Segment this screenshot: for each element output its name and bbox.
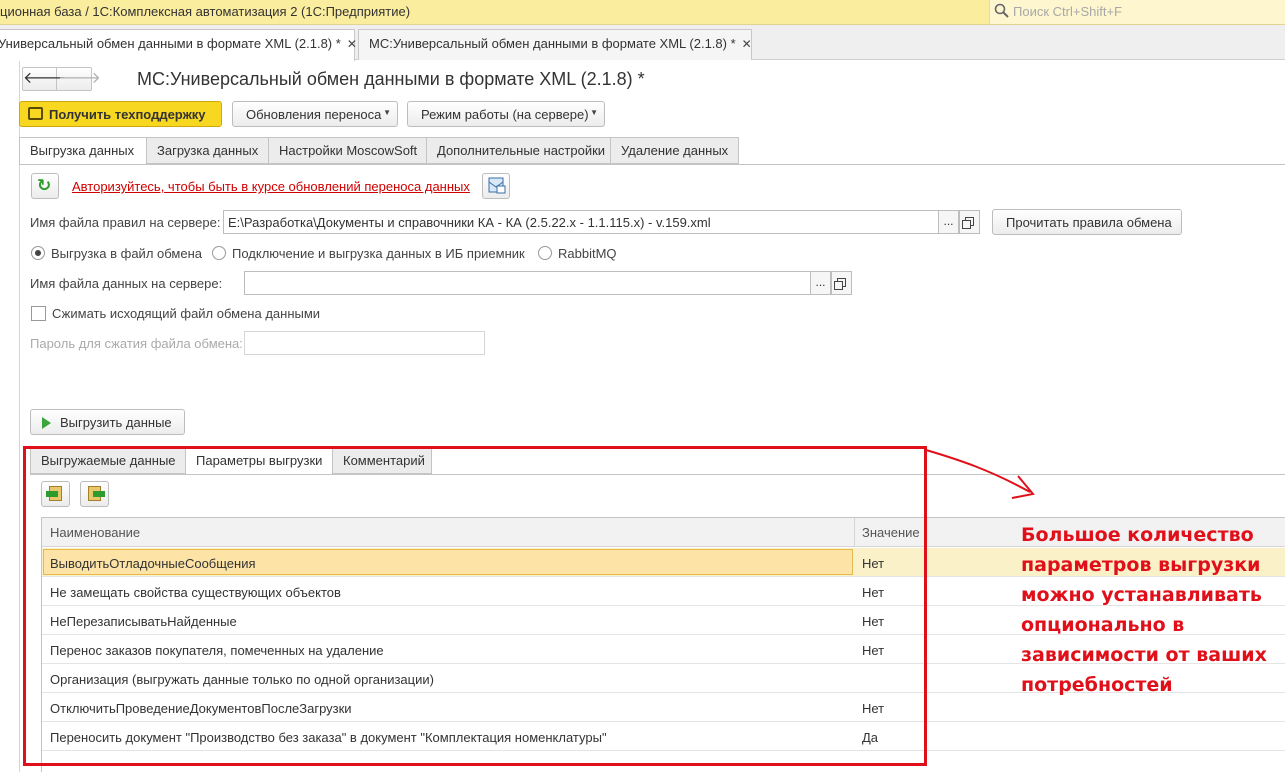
password-label: Пароль для сжатия файла обмена:: [30, 336, 243, 351]
radio-export-to-file[interactable]: [31, 246, 45, 260]
open-icon: [962, 217, 974, 229]
form-title: МС:Универсальный обмен данными в формате…: [137, 69, 645, 89]
auth-link[interactable]: Авторизуйтесь, чтобы быть в курсе обновл…: [72, 179, 470, 194]
data-file-field[interactable]: [244, 271, 811, 295]
radio-rabbitmq[interactable]: [538, 246, 552, 260]
annotation-line: зависимости от ваших: [1021, 644, 1267, 666]
open-rules-file-button[interactable]: [959, 210, 980, 234]
annotation-highlight-box: [23, 446, 927, 766]
compress-checkbox[interactable]: [31, 306, 46, 321]
mail-button[interactable]: [482, 173, 510, 199]
annotation-line: опционально в: [1021, 614, 1185, 636]
get-support-label: Получить техподдержку: [49, 107, 206, 122]
radio-export-to-file-label: Выгрузка в файл обмена: [51, 246, 202, 261]
dropdown-arrow-icon: ▼: [383, 108, 391, 117]
tab-export-data[interactable]: Выгрузка данных: [19, 137, 147, 165]
window-tab-label: Универсальный обмен данными в формате XM…: [0, 36, 341, 51]
chat-bubble-icon: [28, 107, 43, 120]
play-icon: [42, 417, 51, 429]
annotation-text: Большое количество параметров выгрузки м…: [1021, 520, 1285, 700]
select-data-file-button[interactable]: ...: [810, 271, 831, 295]
refresh-icon: ↻: [37, 176, 52, 195]
refresh-button[interactable]: ↻: [31, 173, 59, 199]
rules-file-field[interactable]: E:\Разработка\Документы и справочники КА…: [223, 210, 939, 234]
password-field[interactable]: [244, 331, 485, 355]
title-bar: ционная база / 1С:Комплексная автоматиза…: [0, 0, 1285, 25]
radio-rabbitmq-label: RabbitMQ: [558, 246, 617, 261]
dropdown-arrow-icon: ▼: [590, 108, 598, 117]
tab-import-data[interactable]: Загрузка данных: [146, 137, 269, 164]
open-data-file-button[interactable]: [831, 271, 852, 295]
window-tab-exchange-2[interactable]: МС:Универсальный обмен данными в формате…: [358, 29, 752, 60]
window-tab-label: МС:Универсальный обмен данными в формате…: [369, 36, 736, 51]
radio-connect-export-label: Подключение и выгрузка данных в ИБ прием…: [232, 246, 525, 261]
window-tab-strip: Универсальный обмен данными в формате XM…: [0, 25, 1285, 61]
radio-connect-export[interactable]: [212, 246, 226, 260]
form-left-border: [19, 61, 20, 772]
close-icon[interactable]: ✕: [347, 37, 357, 51]
search-icon: [994, 3, 1009, 18]
export-data-label: Выгрузить данные: [60, 415, 172, 430]
compress-label: Сжимать исходящий файл обмена данными: [52, 306, 321, 321]
tab-moscowsoft-settings[interactable]: Настройки MoscowSoft: [268, 137, 427, 164]
open-icon: [834, 278, 846, 290]
annotation-line: потребностей: [1021, 674, 1173, 696]
data-file-label: Имя файла данных на сервере:: [30, 276, 223, 291]
annotation-line: Большое количество: [1021, 524, 1254, 546]
rules-file-label: Имя файла правил на сервере:: [30, 215, 221, 230]
global-search[interactable]: Поиск Ctrl+Shift+F: [989, 0, 1285, 24]
navigation-buttons: 🡐 🡒: [22, 67, 101, 91]
work-mode-menu[interactable]: Режим работы (на сервере) ▼: [407, 101, 605, 127]
mail-icon: [488, 177, 506, 194]
annotation-line: параметров выгрузки: [1021, 554, 1261, 576]
select-rules-file-button[interactable]: ...: [938, 210, 959, 234]
back-arrow-icon[interactable]: 🡐: [23, 68, 66, 90]
window-tab-exchange-1[interactable]: Универсальный обмен данными в формате XM…: [0, 29, 357, 61]
transfer-updates-menu[interactable]: Обновления переноса ▼: [232, 101, 398, 127]
forward-arrow-icon[interactable]: 🡒: [58, 68, 101, 90]
annotation-arrow-icon: [925, 449, 1035, 499]
tab-divider: [19, 164, 1285, 165]
annotation-line: можно устанавливать: [1021, 584, 1262, 606]
tab-delete-data[interactable]: Удаление данных: [610, 137, 739, 164]
work-mode-label: Режим работы (на сервере): [421, 107, 589, 122]
window-title: ционная база / 1С:Комплексная автоматиза…: [0, 4, 411, 19]
close-icon[interactable]: ✕: [742, 37, 752, 51]
search-placeholder: Поиск Ctrl+Shift+F: [1013, 4, 1122, 19]
transfer-updates-label: Обновления переноса: [246, 107, 382, 122]
param-name: ВыводитьОтладочныеСообщения: [50, 556, 256, 571]
read-rules-button[interactable]: Прочитать правила обмена: [992, 209, 1182, 235]
export-data-button[interactable]: Выгрузить данные: [30, 409, 185, 435]
tab-additional-settings[interactable]: Дополнительные настройки: [426, 137, 611, 164]
get-support-button[interactable]: Получить техподдержку: [19, 101, 222, 127]
